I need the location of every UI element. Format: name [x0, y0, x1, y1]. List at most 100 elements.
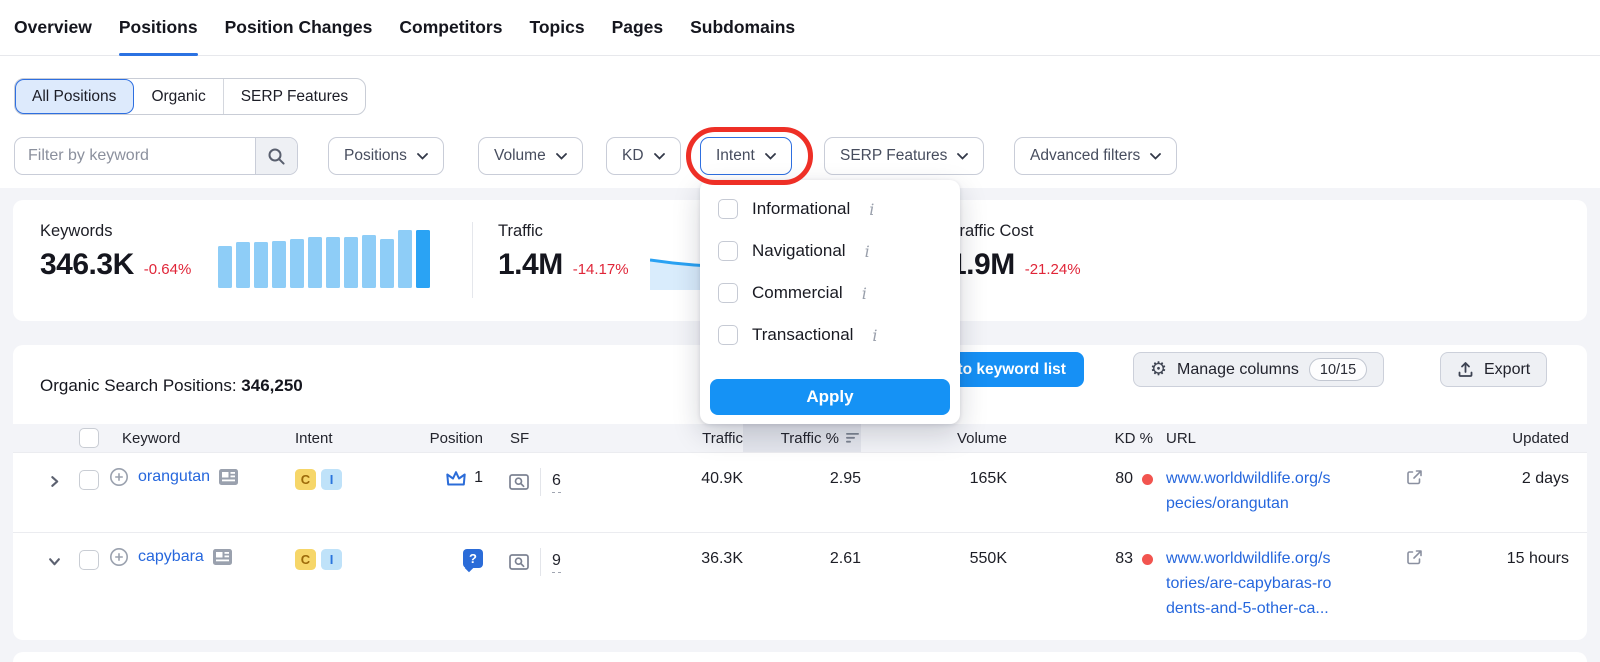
table-column-headers: Keyword Intent Position SF Traffic Traff… [13, 424, 1587, 452]
info-icon[interactable]: i [872, 326, 877, 345]
search-icon [267, 147, 286, 166]
traffic-cost-stat: Traffic Cost 1.9M -21.24% [950, 222, 1081, 282]
intent-badge-informational[interactable]: I [321, 469, 342, 490]
column-header-traffic[interactable]: Traffic [595, 430, 743, 447]
url-link[interactable]: dents-and-5-other-ca... [1166, 596, 1405, 621]
tab-subdomains[interactable]: Subdomains [690, 0, 795, 55]
info-icon[interactable]: i [865, 242, 870, 261]
url-link[interactable]: pecies/orangutan [1166, 491, 1405, 516]
search-button[interactable] [255, 138, 297, 174]
manage-columns-label: Manage columns [1177, 361, 1299, 379]
url-link[interactable]: www.worldwildlife.org/s [1166, 546, 1405, 571]
report-tabs-bar: Overview Positions Position Changes Comp… [0, 0, 1600, 56]
intent-option-navigational[interactable]: Navigational i [700, 230, 960, 272]
url-link[interactable]: tories/are-capybaras-ro [1166, 571, 1405, 596]
volume-filter-dropdown[interactable]: Volume [478, 137, 583, 175]
tab-overview[interactable]: Overview [14, 0, 92, 55]
tab-positions[interactable]: Positions [119, 0, 198, 55]
intent-filter-label: Intent [716, 147, 755, 165]
export-button[interactable]: Export [1440, 352, 1547, 387]
keywords-stat-change: -0.64% [144, 261, 192, 278]
manage-columns-button[interactable]: ⚙ Manage columns 10/15 [1133, 352, 1384, 387]
column-header-updated[interactable]: Updated [1453, 430, 1587, 447]
row-checkbox[interactable] [79, 550, 99, 570]
column-header-traffic-pct[interactable]: Traffic % [743, 424, 861, 452]
intent-badge-commercial[interactable]: C [295, 549, 316, 570]
intent-option-commercial[interactable]: Commercial i [700, 272, 960, 314]
row-checkbox[interactable] [79, 470, 99, 490]
intent-option-transactional[interactable]: Transactional i [700, 314, 960, 356]
keyword-filter-input[interactable] [15, 138, 255, 174]
keywords-stat-value: 346.3K [40, 248, 134, 282]
column-header-volume[interactable]: Volume [861, 430, 1007, 447]
table-title-label: Organic Search Positions: [40, 376, 237, 395]
volume-value: 550K [861, 533, 1007, 568]
intent-option-label: Informational [752, 199, 850, 219]
keyword-link[interactable]: orangutan [138, 468, 210, 486]
intent-option-label: Navigational [752, 241, 846, 261]
crown-icon [445, 469, 467, 487]
column-header-sf[interactable]: SF [509, 430, 595, 447]
toggle-organic[interactable]: Organic [134, 79, 223, 114]
intent-badge-informational[interactable]: I [321, 549, 342, 570]
intent-option-informational[interactable]: Informational i [700, 188, 960, 230]
serp-snapshot-icon[interactable] [213, 549, 232, 565]
keywords-stat: Keywords 346.3K -0.64% [40, 222, 191, 282]
positions-filter-dropdown[interactable]: Positions [328, 137, 444, 175]
chevron-down-icon [654, 153, 665, 160]
apply-button-label: Apply [806, 387, 853, 407]
tab-topics[interactable]: Topics [529, 0, 584, 55]
checkbox[interactable] [718, 199, 738, 219]
column-header-url[interactable]: URL [1153, 430, 1453, 447]
sf-count[interactable]: 9 [552, 552, 561, 573]
intent-filter-dropdown[interactable]: Intent [700, 137, 792, 175]
checkbox[interactable] [718, 325, 738, 345]
add-keyword-icon[interactable] [109, 547, 129, 567]
checkbox[interactable] [718, 241, 738, 261]
traffic-value: 36.3K [595, 533, 743, 568]
serp-features-filter-dropdown[interactable]: SERP Features [824, 137, 984, 175]
filter-bar: Positions Volume KD Intent SERP Features… [0, 137, 1600, 175]
sf-count[interactable]: 6 [552, 472, 561, 493]
info-icon[interactable]: i [862, 284, 867, 303]
column-header-kd[interactable]: KD % [1007, 430, 1153, 447]
add-keyword-icon[interactable] [109, 467, 129, 487]
toggle-all-positions[interactable]: All Positions [15, 79, 134, 114]
chevron-down-icon [556, 153, 567, 160]
position-value: 1 [474, 469, 483, 487]
checkbox[interactable] [718, 283, 738, 303]
tab-competitors[interactable]: Competitors [399, 0, 502, 55]
table-row: orangutan C I 1 6 40.9K 2.95 165K 80 www… [13, 452, 1587, 532]
expand-row-button[interactable] [13, 453, 69, 488]
intent-badge-commercial[interactable]: C [295, 469, 316, 490]
info-icon[interactable]: i [869, 200, 874, 219]
tab-position-changes[interactable]: Position Changes [225, 0, 373, 55]
column-header-keyword[interactable]: Keyword [109, 430, 295, 447]
toggle-serp-features[interactable]: SERP Features [224, 79, 365, 114]
column-header-position[interactable]: Position [421, 430, 509, 447]
serp-snapshot-icon[interactable] [219, 469, 238, 485]
chevron-down-icon [48, 555, 61, 568]
url-link[interactable]: www.worldwildlife.org/s [1166, 466, 1405, 491]
people-also-ask-icon: ? [463, 549, 483, 568]
volume-filter-label: Volume [494, 147, 546, 165]
gear-icon: ⚙ [1150, 360, 1167, 379]
cell-divider [540, 468, 541, 496]
kd-filter-dropdown[interactable]: KD [606, 137, 681, 175]
tab-pages[interactable]: Pages [612, 0, 664, 55]
collapse-row-button[interactable] [13, 533, 69, 568]
advanced-filters-dropdown[interactable]: Advanced filters [1014, 137, 1177, 175]
kd-difficulty-dot [1142, 554, 1153, 565]
select-all-checkbox[interactable] [79, 428, 99, 448]
kd-difficulty-dot [1142, 474, 1153, 485]
intent-filter-menu: Informational i Navigational i Commercia… [700, 180, 960, 424]
keyword-link[interactable]: capybara [138, 548, 204, 566]
serp-preview-icon[interactable] [509, 474, 529, 490]
intent-option-label: Commercial [752, 283, 843, 303]
sort-icon [846, 433, 859, 443]
column-header-intent[interactable]: Intent [295, 430, 421, 447]
external-link-icon[interactable] [1406, 469, 1423, 486]
external-link-icon[interactable] [1406, 549, 1423, 566]
serp-preview-icon[interactable] [509, 554, 529, 570]
apply-button[interactable]: Apply [710, 379, 950, 415]
